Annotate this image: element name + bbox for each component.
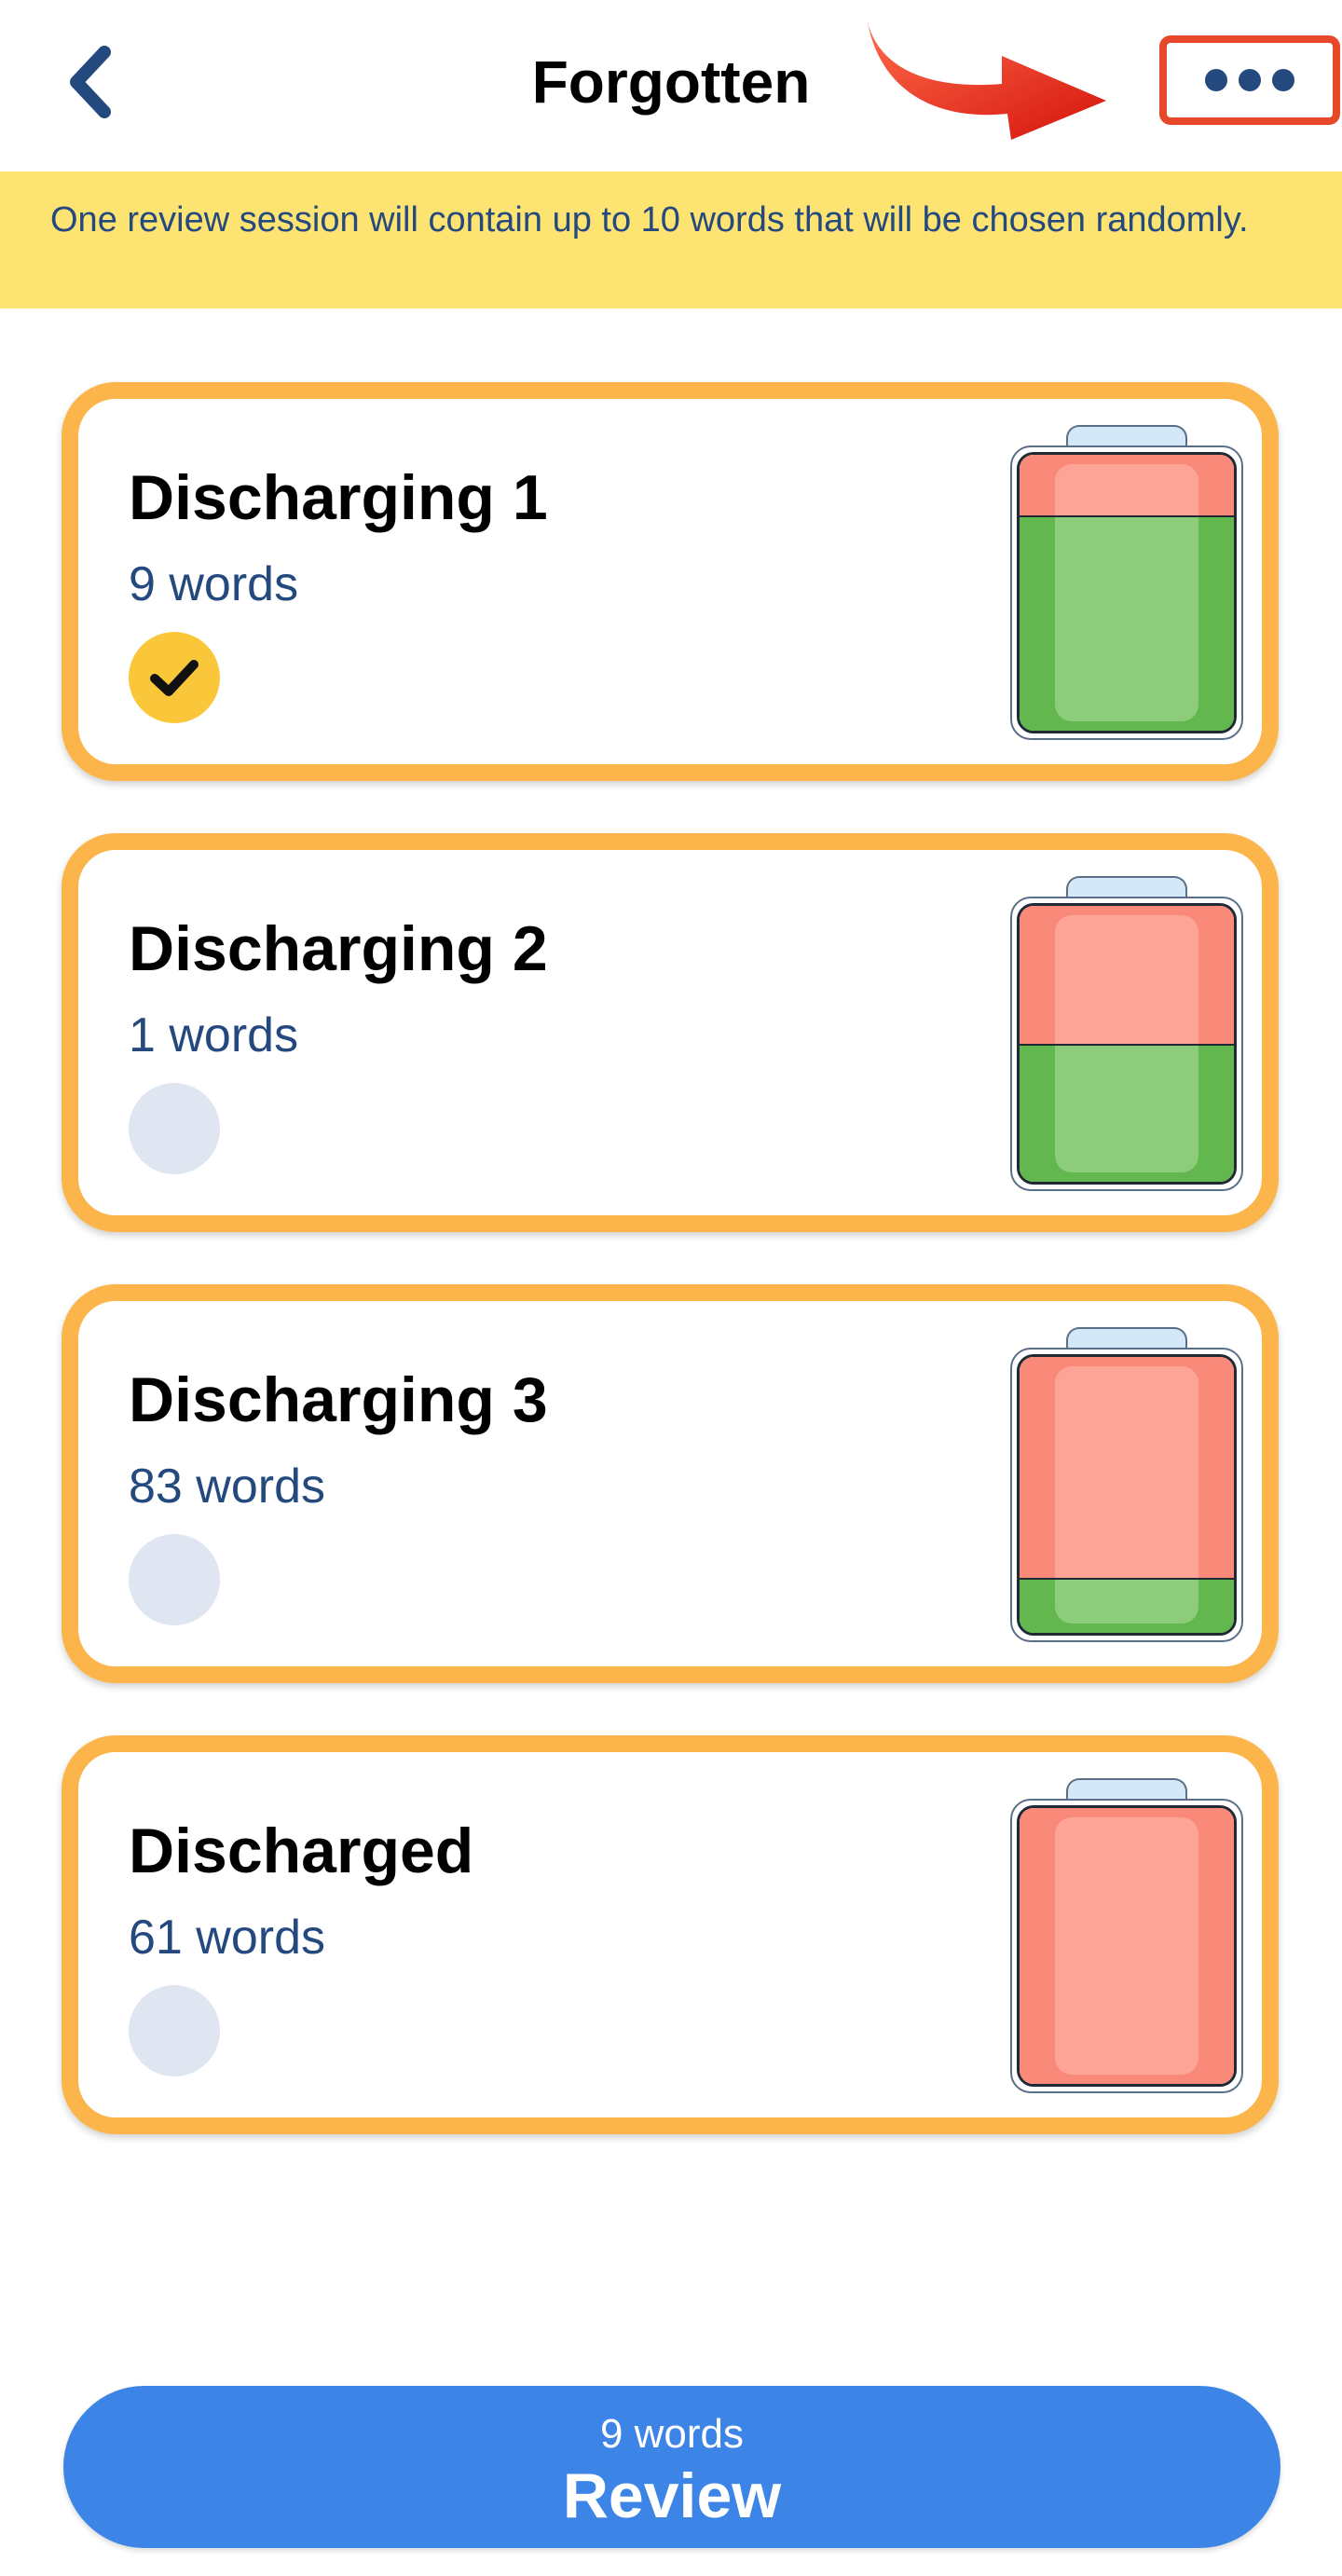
group-title: Discharged <box>129 1816 474 1886</box>
group-checkbox[interactable] <box>129 632 220 723</box>
battery-empty-level <box>1020 1808 1234 2084</box>
group-checkbox[interactable] <box>129 1083 220 1174</box>
battery-icon <box>1010 1327 1243 1642</box>
group-card[interactable]: Discharging 1 9 words <box>62 382 1279 781</box>
group-title: Discharging 2 <box>129 913 548 984</box>
group-card[interactable]: Discharging 2 1 words <box>62 833 1279 1232</box>
group-title: Discharging 1 <box>129 462 548 533</box>
review-button[interactable]: 9 words Review <box>63 2386 1280 2548</box>
top-bar: Forgotten <box>0 0 1342 171</box>
group-word-count: 61 words <box>129 1911 325 1965</box>
checkmark-icon <box>150 660 199 696</box>
battery-charge-level <box>1020 1577 1234 1633</box>
battery-empty-level <box>1020 455 1234 516</box>
group-title: Discharging 3 <box>129 1364 548 1435</box>
group-card[interactable]: Discharged 61 words <box>62 1735 1279 2134</box>
more-options-button[interactable] <box>1159 35 1340 125</box>
battery-icon <box>1010 1778 1243 2093</box>
group-word-count: 83 words <box>129 1459 325 1514</box>
battery-charge-level <box>1020 515 1234 731</box>
page-title: Forgotten <box>531 48 811 116</box>
review-word-count: 9 words <box>599 2411 745 2457</box>
group-word-count: 1 words <box>129 1008 299 1062</box>
group-card[interactable]: Discharging 3 83 words <box>62 1284 1279 1683</box>
battery-empty-level <box>1020 906 1234 1044</box>
battery-icon <box>1010 425 1243 740</box>
group-checkbox[interactable] <box>129 1534 220 1625</box>
group-checkbox[interactable] <box>129 1985 220 2076</box>
group-word-count: 9 words <box>129 557 299 611</box>
battery-icon <box>1010 876 1243 1191</box>
battery-empty-level <box>1020 1357 1234 1578</box>
info-banner: One review session will contain up to 10… <box>0 171 1342 308</box>
info-banner-text: One review session will contain up to 10… <box>50 200 1249 240</box>
red-curved-arrow-icon <box>868 22 1106 140</box>
review-label: Review <box>562 2460 782 2531</box>
battery-charge-level <box>1020 1044 1234 1182</box>
more-horizontal-icon <box>1205 69 1227 91</box>
